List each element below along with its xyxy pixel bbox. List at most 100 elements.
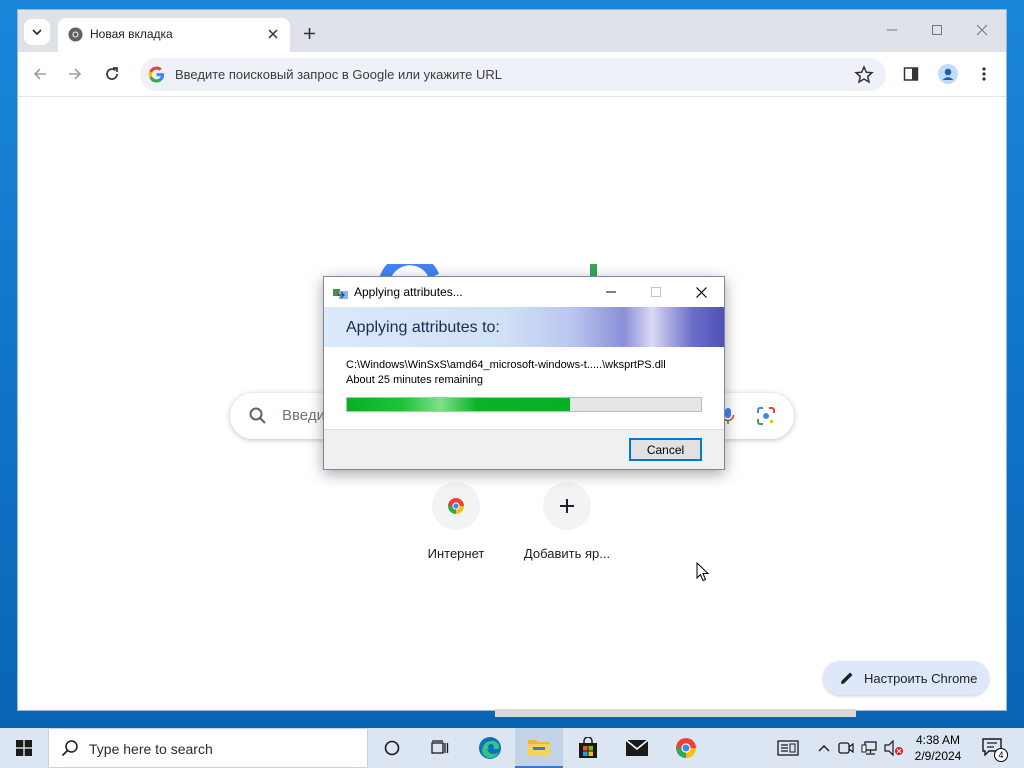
start-button[interactable]: [0, 728, 48, 768]
address-bar-placeholder: Введите поисковый запрос в Google или ук…: [175, 67, 502, 82]
mail-icon: [625, 739, 649, 756]
current-file-path: C:\Windows\WinSxS\amd64_microsoft-window…: [346, 359, 666, 371]
cortana-button[interactable]: [368, 728, 416, 768]
desktop-icon-fragment[interactable]: [0, 210, 18, 250]
progress-fill: [347, 398, 571, 411]
edge-icon: [479, 737, 501, 759]
progress-dialog: Applying attributes... Applying attribut…: [323, 276, 725, 470]
progress-bar: [346, 397, 702, 412]
shortcut-icon-wrap: [543, 482, 591, 530]
google-g-icon: [148, 66, 165, 83]
dialog-body: C:\Windows\WinSxS\amd64_microsoft-window…: [324, 347, 724, 429]
taskbar-app-edge[interactable]: [466, 728, 514, 768]
back-button[interactable]: [27, 61, 53, 87]
volume-button[interactable]: [884, 738, 904, 758]
side-panel-button[interactable]: [899, 62, 923, 86]
shortcut-label: Добавить яр...: [523, 546, 611, 561]
menu-button[interactable]: [972, 62, 996, 86]
cancel-button[interactable]: Cancel: [629, 438, 702, 461]
close-icon: [976, 24, 988, 36]
notification-count-badge: 4: [994, 748, 1008, 762]
close-window-button[interactable]: [970, 20, 994, 40]
address-bar[interactable]: Введите поисковый запрос в Google или ук…: [140, 58, 886, 91]
tab-search-button[interactable]: [24, 19, 50, 45]
show-hidden-icons-button[interactable]: [814, 738, 834, 758]
ntp-search-placeholder: Введи: [282, 407, 325, 424]
close-icon: [268, 29, 278, 39]
more-vert-icon: [982, 67, 986, 81]
minimize-icon: [606, 291, 616, 293]
taskbar-app-mail[interactable]: [613, 728, 661, 768]
desktop-icon-fragment[interactable]: [0, 130, 18, 170]
tab-strip: Новая вкладка: [18, 10, 1006, 52]
volume-muted-icon: [884, 740, 903, 756]
browser-toolbar: Введите поисковый запрос в Google или ук…: [18, 52, 1006, 97]
minimize-icon: [887, 29, 897, 31]
profile-button[interactable]: [936, 62, 960, 86]
shortcut-label: Интернет: [427, 546, 485, 561]
chrome-logo-icon: [448, 498, 464, 514]
close-icon: [695, 286, 707, 298]
dialog-title: Applying attributes...: [354, 285, 463, 299]
taskbar: Type here to search 4:38 AM 2/9/2024 4: [0, 728, 1024, 768]
new-tab-button[interactable]: [298, 22, 320, 44]
taskbar-search-box[interactable]: Type here to search: [48, 728, 368, 768]
tray-app-button[interactable]: [836, 738, 856, 758]
google-lens-icon[interactable]: [756, 406, 776, 426]
maximize-icon: [932, 25, 942, 35]
action-center-button[interactable]: 4: [982, 738, 1008, 762]
dialog-heading: Applying attributes to:: [346, 319, 500, 336]
plus-icon: [303, 27, 315, 39]
clock-time: 4:38 AM: [915, 733, 961, 747]
news-icon: [777, 740, 799, 756]
plus-icon: [560, 499, 574, 513]
task-view-button[interactable]: [416, 728, 464, 768]
taskbar-app-file-explorer[interactable]: [515, 728, 563, 768]
search-icon: [249, 407, 266, 424]
cortana-icon: [384, 740, 400, 756]
chrome-logo-icon: [676, 738, 696, 758]
dialog-titlebar[interactable]: Applying attributes...: [324, 277, 724, 307]
arrow-left-icon: [33, 68, 46, 80]
tab-new-tab[interactable]: Новая вкладка: [58, 18, 290, 52]
search-icon: [61, 740, 78, 757]
side-panel-icon: [903, 67, 919, 81]
dialog-maximize-button: [645, 282, 667, 302]
clock[interactable]: 4:38 AM 2/9/2024: [906, 732, 970, 764]
star-icon[interactable]: [854, 65, 874, 85]
maximize-icon: [651, 287, 661, 297]
windows-logo-icon: [16, 740, 32, 756]
folder-icon: [528, 740, 550, 755]
minimize-button[interactable]: [880, 20, 904, 40]
customize-chrome-label: Настроить Chrome: [864, 670, 978, 686]
taskbar-app-store[interactable]: [564, 728, 612, 768]
pencil-icon: [841, 672, 853, 684]
avatar-icon: [938, 64, 958, 84]
dialog-minimize-button[interactable]: [600, 282, 622, 302]
task-view-icon: [431, 740, 449, 754]
customize-chrome-button[interactable]: Настроить Chrome: [823, 661, 989, 695]
meet-now-icon: [838, 742, 854, 754]
chrome-logo-icon: [68, 27, 83, 42]
shortcut-internet[interactable]: Интернет: [400, 482, 512, 561]
store-bag-icon: [579, 737, 597, 758]
news-widget-button[interactable]: [776, 738, 800, 758]
arrow-right-icon: [69, 68, 82, 80]
maximize-button[interactable]: [925, 20, 949, 40]
chevron-down-icon: [32, 29, 42, 36]
mouse-cursor-icon: [696, 562, 710, 582]
tab-title: Новая вкладка: [90, 27, 173, 41]
network-button[interactable]: [860, 738, 880, 758]
desktop-icon-fragment[interactable]: [0, 56, 18, 96]
shortcut-icon-wrap: [432, 482, 480, 530]
taskbar-app-chrome[interactable]: [662, 728, 710, 768]
forward-button[interactable]: [62, 61, 88, 87]
reload-button[interactable]: [99, 61, 125, 87]
shortcut-add[interactable]: Добавить яр...: [511, 482, 623, 561]
dialog-close-button[interactable]: [690, 282, 712, 302]
reload-icon: [106, 67, 118, 80]
clock-date: 2/9/2024: [914, 749, 962, 763]
tab-close-button[interactable]: [264, 25, 282, 43]
window-behind-strip: [495, 709, 856, 717]
dialog-banner: Applying attributes to:: [324, 307, 724, 347]
